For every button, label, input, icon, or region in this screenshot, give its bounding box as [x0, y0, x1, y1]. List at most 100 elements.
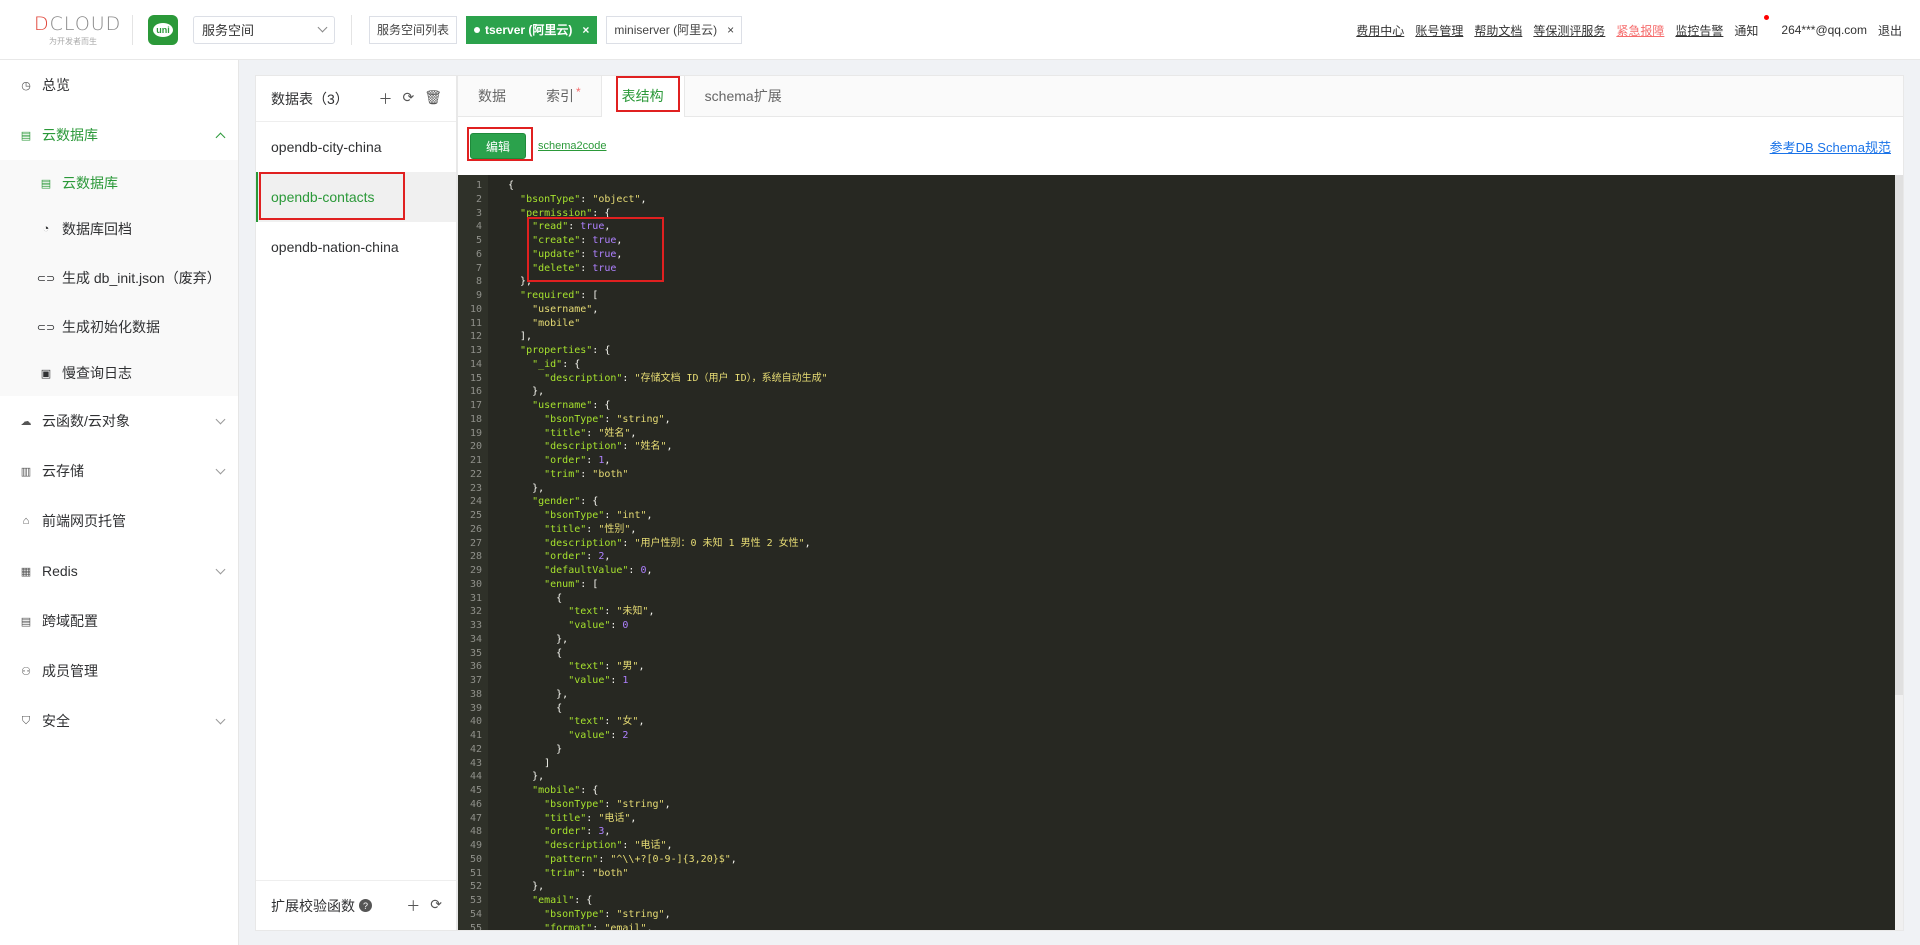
sidebar-item-members[interactable]: ⚇ 成员管理 — [0, 646, 238, 696]
sidebar-item-storage[interactable]: ▥ 云存储 — [0, 446, 238, 496]
link-icon: ⊂⊃ — [36, 321, 56, 334]
code-line: 1{ — [458, 179, 828, 193]
line-number: 52 — [469, 881, 482, 893]
code-line: 11 "mobile" — [458, 317, 828, 331]
code-text: "bsonType": "string", — [544, 413, 671, 425]
code-text: "bsonType": "int", — [544, 510, 653, 521]
link-help[interactable]: 帮助文档 — [1474, 22, 1522, 39]
link-billing[interactable]: 费用中心 — [1356, 22, 1404, 39]
code-text: } — [508, 743, 563, 755]
tab-miniserver[interactable]: miniserver (阿里云) × — [606, 15, 743, 44]
code-line: 24 "gender": { — [458, 495, 828, 509]
chevron-down-icon — [215, 414, 226, 425]
code-line: 7 "delete": true — [458, 262, 828, 276]
code-line: 41 "value": 2 — [458, 729, 828, 743]
scrollbar-thumb[interactable] — [1895, 175, 1903, 695]
sidebar-sub-rollback[interactable]: ◔ 数据库回档 — [0, 206, 238, 252]
add-icon[interactable]: ＋ — [406, 896, 420, 916]
dcloud-logo[interactable]: DCLOUD 为开发者而生 — [0, 0, 120, 60]
line-number: 40 — [469, 716, 482, 728]
code-line: 38 }, — [458, 688, 828, 702]
sidebar-sub-clouddb[interactable]: ▤ 云数据库 — [0, 160, 238, 206]
table-item-contacts[interactable]: opendb-contacts — [256, 172, 456, 222]
line-number: 37 — [469, 675, 482, 686]
edit-button[interactable]: 编辑 — [470, 133, 526, 159]
active-dot-icon — [474, 26, 481, 33]
code-text: "order": 2, — [544, 551, 611, 563]
top-links: 费用中心 账号管理 帮助文档 等保测评服务 紧急报障 监控告警 通知 264**… — [1356, 0, 1902, 60]
tab-schema-ext[interactable]: schema扩展 — [685, 76, 802, 117]
code-line: 52 }, — [458, 880, 828, 894]
code-text: "required": [ — [520, 290, 599, 301]
sidebar-item-redis[interactable]: ▦ Redis — [0, 546, 238, 596]
code-text: "trim": "both" — [544, 867, 629, 879]
sidebar-item-clouddb[interactable]: ▤ 云数据库 — [0, 110, 238, 160]
tab-schema[interactable]: 表结构 — [600, 75, 685, 117]
table-item-city-china[interactable]: opendb-city-china — [256, 122, 456, 172]
code-text: "description": "用户性别：0 未知 1 男性 2 女性", — [544, 537, 811, 549]
logout-link[interactable]: 退出 — [1878, 22, 1902, 39]
sidebar-sub-slowlog[interactable]: ▣ 慢查询日志 — [0, 350, 238, 396]
link-monitor[interactable]: 监控告警 — [1675, 22, 1723, 39]
link-account[interactable]: 账号管理 — [1415, 22, 1463, 39]
sidebar-item-overview[interactable]: ◷ 总览 — [0, 60, 238, 110]
code-text: "title": "姓名", — [544, 427, 637, 439]
sidebar-item-cors[interactable]: ▤ 跨域配置 — [0, 596, 238, 646]
tab-data[interactable]: 数据 — [458, 76, 526, 117]
code-line: 20 "description": "姓名", — [458, 440, 828, 454]
link-emergency[interactable]: 紧急报障 — [1616, 22, 1664, 39]
schema2code-link[interactable]: schema2code — [538, 140, 607, 152]
line-number: 12 — [469, 331, 482, 343]
table-item-nation-china[interactable]: opendb-nation-china — [256, 222, 456, 272]
user-account[interactable]: 264***@qq.com — [1781, 23, 1867, 37]
notice-link[interactable]: 通知 — [1734, 14, 1770, 39]
code-line: 5 "create": true, — [458, 234, 828, 248]
code-line: 26 "title": "性别", — [458, 523, 828, 537]
refresh-icon[interactable]: ⟳ — [402, 89, 414, 109]
space-select[interactable]: 服务空间 — [193, 15, 335, 44]
line-number: 16 — [469, 386, 482, 398]
shield-icon: ⛉ — [21, 714, 31, 727]
code-line: 12 ], — [458, 330, 828, 344]
code-text: }, — [508, 386, 545, 398]
line-number: 41 — [469, 730, 482, 741]
code-lines: 1{2 "bsonType": "object", 3 "permission":… — [458, 179, 828, 930]
sidebar-item-label: 总览 — [42, 77, 70, 93]
code-line: 50 "pattern": "^\\+?[0-9-]{3,20}$", — [458, 853, 828, 867]
chevron-down-icon — [215, 564, 226, 575]
tab-index[interactable]: 索引 * — [526, 76, 601, 117]
line-number: 14 — [469, 358, 482, 370]
tab-tserver[interactable]: tserver (阿里云) × — [466, 15, 598, 44]
sidebar-item-security[interactable]: ⛉ 安全 — [0, 696, 238, 746]
sidebar-sub-initdata[interactable]: ⊂⊃ 生成初始化数据 — [0, 304, 238, 350]
code-text: "username": { — [532, 400, 611, 411]
uni-app-icon[interactable]: uni — [148, 14, 178, 45]
code-text: }, — [508, 881, 545, 893]
refresh-icon[interactable]: ⟳ — [430, 896, 442, 916]
line-number: 1 — [475, 180, 482, 191]
code-text: "value": 0 — [568, 620, 629, 631]
code-line: 44 }, — [458, 770, 828, 784]
storage-icon: ▥ — [20, 465, 32, 478]
help-icon[interactable]: ? — [359, 899, 372, 912]
add-icon[interactable]: ＋ — [378, 89, 392, 109]
sidebar-item-cloudfunc[interactable]: ☁ 云函数/云对象 — [0, 396, 238, 446]
code-text: "text": "男", — [568, 661, 645, 673]
link-security-eval[interactable]: 等保测评服务 — [1533, 22, 1605, 39]
sidebar-item-hosting[interactable]: ⌂ 前端网页托管 — [0, 496, 238, 546]
sidebar-sub-dbinit[interactable]: ⊂⊃ 生成 db_init.json（废弃） — [0, 252, 238, 304]
close-icon[interactable]: × — [582, 23, 589, 37]
tab-space-list[interactable]: 服务空间列表 — [369, 15, 458, 44]
close-icon[interactable]: × — [727, 23, 734, 37]
line-number: 17 — [469, 400, 482, 411]
cloud-icon: ☁ — [20, 415, 32, 428]
code-line: 49 "description": "电话", — [458, 839, 828, 853]
db-schema-doc-link[interactable]: 参考DB Schema规范 — [1770, 137, 1891, 156]
line-number: 4 — [475, 221, 482, 233]
delete-icon[interactable]: 🗑 — [424, 89, 442, 109]
code-line: 8 }, — [458, 275, 828, 289]
code-text: "update": true, — [532, 248, 623, 260]
schema-code-editor[interactable]: 1{2 "bsonType": "object", 3 "permission":… — [458, 175, 1903, 930]
code-line: 51 "trim": "both" — [458, 867, 828, 881]
code-text: "pattern": "^\\+?[0-9-]{3,20}$", — [544, 853, 737, 865]
